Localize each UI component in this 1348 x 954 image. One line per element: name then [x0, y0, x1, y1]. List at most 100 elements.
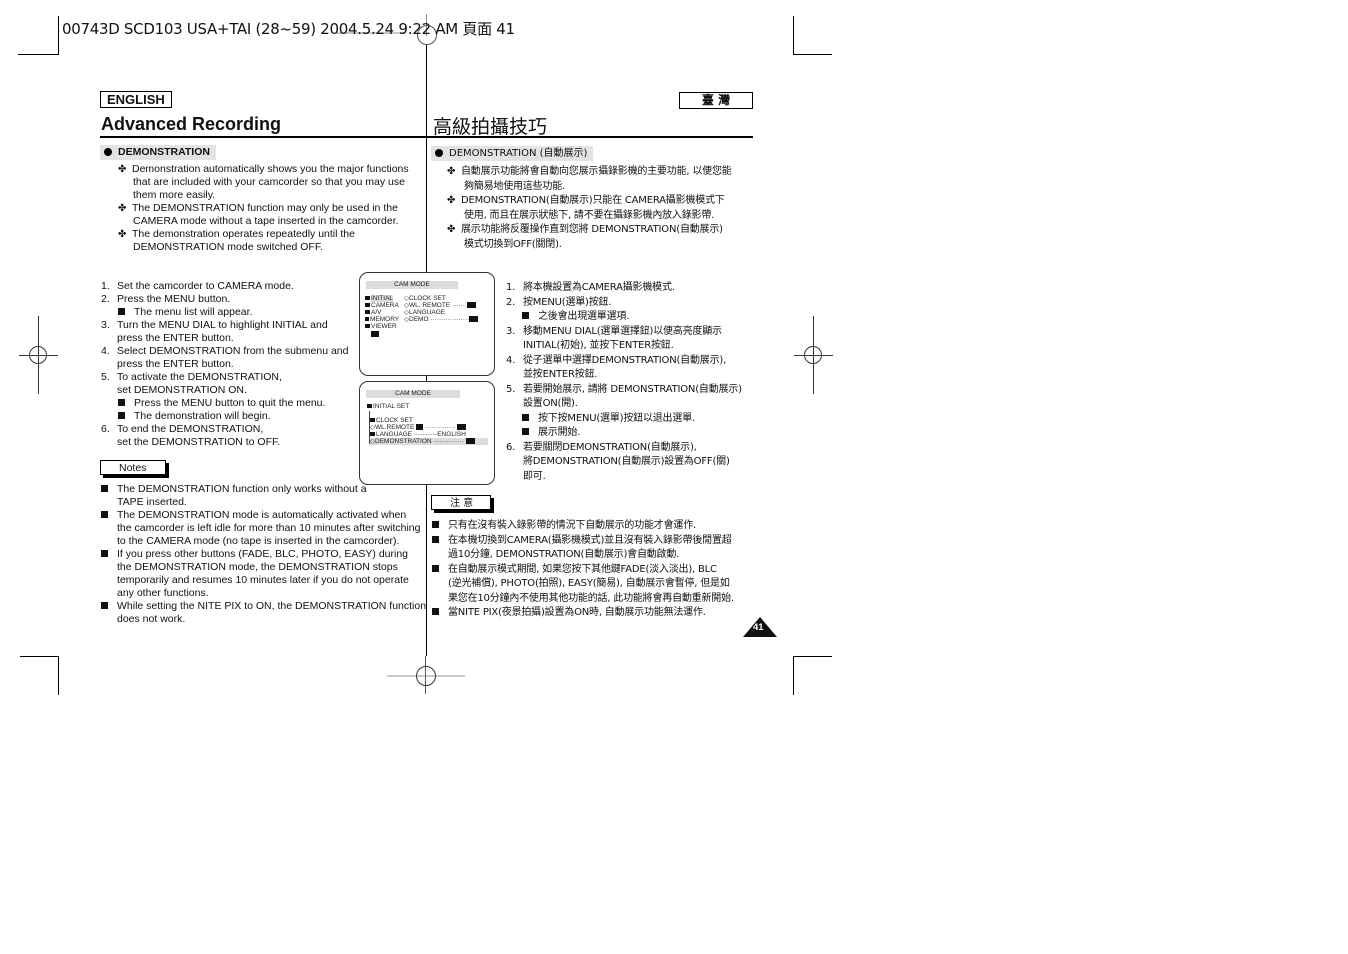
step-item-cont: 即可. [523, 470, 546, 482]
section-heading-label: DEMONSTRATION (自動展示) [449, 148, 588, 159]
title-rule-right [427, 136, 753, 138]
steps-list-english: 1. Set the camcorder to CAMERA mode. 2. Pr… [101, 280, 348, 449]
cross-bullet-icon: ✤ [447, 195, 456, 206]
cross-bullet-icon: ✤ [447, 224, 456, 235]
steps-list-chinese: 1. 將本機設置為CAMERA攝影機模式. 2. 按MENU(選單)按鈕. 之後會出… [506, 281, 742, 484]
square-bullet-icon [118, 412, 125, 419]
intro-item: ✤ The demonstration operates repeatedly u… [118, 228, 355, 240]
osd-title-bar: CAM MODE [366, 390, 460, 398]
step-item-cont: 設置ON(開). [523, 398, 578, 409]
crop-mark-tl-h [18, 54, 59, 55]
intro-item-cont: 夠簡易地使用這些功能. [464, 180, 565, 192]
square-bullet-icon [522, 428, 529, 435]
page-title-english: Advanced Recording [101, 114, 282, 134]
section-heading-chinese: DEMONSTRATION (自動展示) [431, 146, 594, 161]
bullet-dot-icon [104, 147, 112, 156]
square-bullet-icon [101, 485, 108, 492]
note-item-cont: temporarily and resumes 10 minutes later… [117, 574, 409, 586]
note-item: While setting the NITE PIX to ON, the DE… [101, 600, 426, 613]
step-sub-item: The demonstration will begin. [101, 410, 348, 423]
intro-item: ✤ DEMONSTRATION(自動展示)只能在 CAMERA攝影機模式下 [447, 194, 732, 209]
crop-mark-bl-h [20, 656, 59, 657]
step-sub-item: 展示開始. [506, 426, 742, 441]
step-item: 1. Set the camcorder to CAMERA mode. [101, 280, 294, 292]
square-bullet-icon [432, 521, 439, 528]
print-header: 00743D SCD103 USA+TAI (28~59) 2004.5.24 … [62, 20, 515, 38]
notes-list-english: The DEMONSTRATION function only works wi… [101, 483, 426, 626]
section-heading-english: DEMONSTRATION [100, 145, 216, 160]
intro-item: ✤ 展示功能將反覆操作直到您將 DEMONSTRATION(自動展示) [447, 223, 732, 238]
step-sub-item: 按下按MENU(選單)按鈕以退出選單. [506, 412, 742, 427]
page-number-badge: 41 [743, 617, 777, 637]
crop-mark-br-v [793, 656, 794, 695]
intro-item-cont: DEMONSTRATION mode switched OFF. [133, 241, 324, 253]
step-item-cont: INITIAL(初始), 並按下ENTER按鈕. [523, 340, 674, 351]
square-bullet-icon [118, 399, 125, 406]
square-bullet-icon [432, 608, 439, 615]
note-item-cont: TAPE inserted. [117, 496, 187, 508]
cross-bullet-icon: ✤ [118, 229, 127, 240]
cross-bullet-icon: ✤ [118, 203, 127, 214]
osd-item: CLOCK SET [370, 417, 413, 424]
intro-item: ✤ The DEMONSTRATION function may only be … [118, 202, 398, 214]
intro-list-english: ✤ Demonstration automatically shows you t… [118, 163, 409, 254]
note-item-cont: the DEMONSTRATION mode, the DEMONSTRATIO… [117, 561, 398, 573]
osd-submenu-item: ◇DEMO ·················· [404, 316, 479, 323]
osd-menu-item: MEMORY [365, 316, 399, 323]
square-bullet-icon [101, 511, 108, 518]
step-item: 3. Turn the MENU DIAL to highlight INITIA… [101, 319, 328, 331]
crop-mark-tr-h [793, 54, 832, 55]
step-item-cont: 並按ENTER按鈕. [523, 369, 598, 380]
note-item-cont: 過10分鐘, DEMONSTRATION(自動展示)會自動啟動. [448, 549, 680, 560]
step-sub-item: The menu list will appear. [101, 306, 348, 319]
intro-list-chinese: ✤ 自動展示功能將會自動向您展示攝錄影機的主要功能, 以便您能 夠簡易地使用這些功… [447, 165, 732, 252]
intro-item-cont: them more easily. [133, 189, 216, 201]
square-bullet-icon [101, 602, 108, 609]
step-item: 2. 按MENU(選單)按鈕. [506, 296, 612, 308]
note-item: 當NITE PIX(夜景拍攝)設置為ON時, 自動展示功能無法運作. [432, 606, 734, 621]
step-item-cont: press the ENTER button. [117, 332, 234, 344]
language-badge-english: ENGLISH [100, 91, 172, 108]
notes-label-chinese: 注 意 [431, 495, 491, 510]
square-bullet-icon [432, 564, 439, 572]
intro-item: ✤ 自動展示功能將會自動向您展示攝錄影機的主要功能, 以便您能 [447, 165, 732, 180]
note-item: 在自動展示模式期間, 如果您按下其他鍵FADE(淡入淡出), BLC [432, 563, 734, 578]
note-item: If you press other buttons (FADE, BLC, P… [101, 548, 426, 561]
note-item: 只有在沒有裝入錄影帶的情況下自動展示的功能才會運作. [432, 519, 734, 534]
note-item-cont: (逆光補償), PHOTO(拍照), EASY(簡易), 自動展示會暫停, 但是… [448, 578, 730, 589]
step-item: 2. Press the MENU button. [101, 293, 231, 305]
square-bullet-icon [522, 312, 529, 319]
square-bullet-icon [522, 413, 529, 421]
note-item-cont: any other functions. [117, 587, 209, 599]
step-item-cont: 將DEMONSTRATION(自動展示)設置為OFF(關) [523, 456, 730, 467]
step-item: 6. To end the DEMONSTRATION, [101, 423, 264, 435]
step-item: 6. 若要關閉DEMONSTRATION(自動展示), [506, 441, 697, 453]
osd-submenu-item: ◇CLOCK SET [404, 295, 446, 302]
language-badge-taiwan: 臺 灣 [679, 92, 753, 109]
note-item: The DEMONSTRATION mode is automatically … [101, 509, 426, 522]
osd-menu-item: CAMERA [365, 302, 399, 309]
square-bullet-icon [432, 535, 439, 543]
osd-submenu-item: ◇LANGUAGE [404, 309, 446, 316]
step-item: 4. Select DEMONSTRATION from the submenu … [101, 345, 349, 357]
osd-menu-item: VIEWER [365, 323, 397, 330]
crop-mark-bl-v [58, 656, 59, 695]
intro-item-cont: 使用, 而且在展示狀態下, 請不要在攝錄影機內放入錄影帶. [464, 209, 715, 221]
page-title-chinese: 高級拍攝技巧 [433, 116, 548, 138]
osd-item: ◇WL.REMOTE ·············· [370, 424, 467, 431]
osd-header: INITIAL SET [367, 403, 409, 410]
step-item: 4. 從子選單中選擇DEMONSTRATION(自動展示), [506, 354, 727, 366]
step-item-cont: set the DEMONSTRATION to OFF. [117, 436, 281, 448]
cross-bullet-icon: ✤ [118, 164, 127, 175]
step-item: 3. 移動MENU DIAL(選單選擇鈕)以便高亮度顯示 [506, 325, 722, 337]
step-item: 5. To activate the DEMONSTRATION, [101, 371, 282, 383]
crop-mark-tl-v [58, 16, 59, 55]
osd-menu-item: INITIAL [365, 295, 394, 302]
crop-mark-br-h [793, 656, 832, 657]
square-bullet-icon [101, 550, 108, 557]
square-bullet-icon [118, 308, 125, 315]
step-item: 5. 若要開始展示, 請將 DEMONSTRATION(自動展示) [506, 383, 742, 395]
notes-list-chinese: 只有在沒有裝入錄影帶的情況下自動展示的功能才會運作. 在本機切換到CAMERA(… [432, 519, 734, 621]
osd-title-bar: CAM MODE [366, 281, 458, 289]
section-heading-label: DEMONSTRATION [118, 146, 210, 158]
